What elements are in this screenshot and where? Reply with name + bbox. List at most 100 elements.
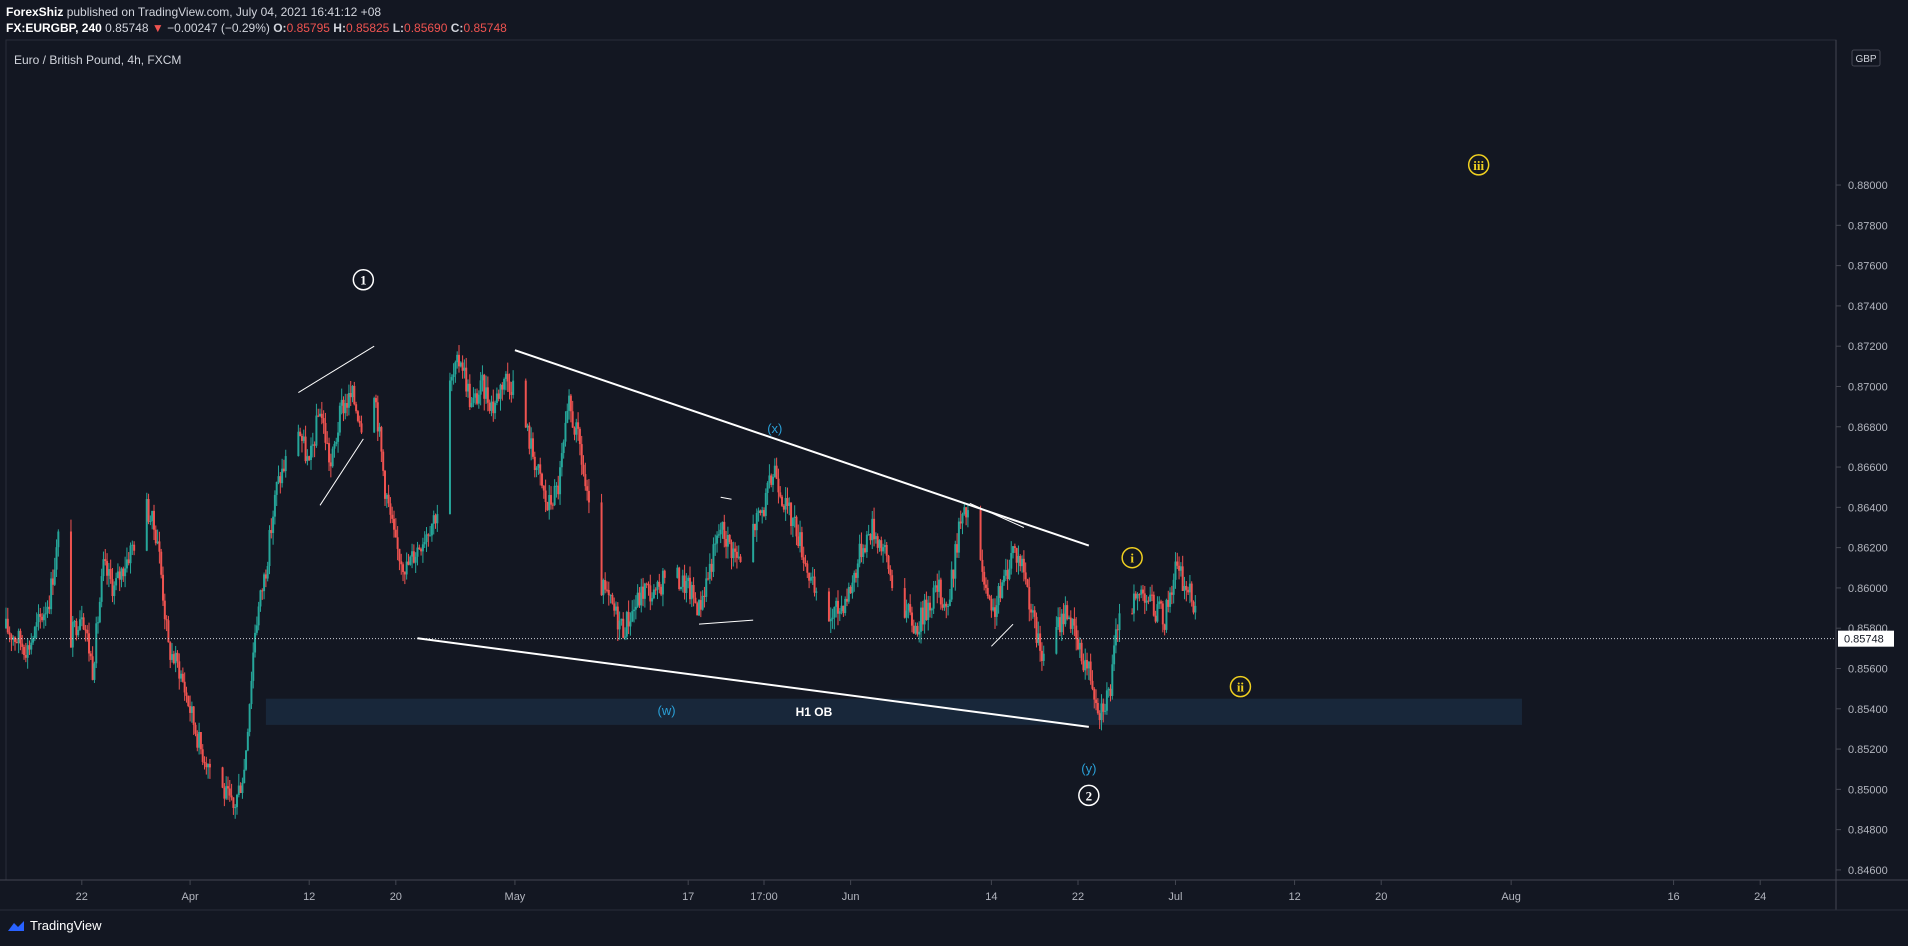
candle-body (642, 586, 645, 599)
candle-body (474, 393, 477, 398)
y-tick-label: 0.87000 (1848, 381, 1888, 393)
candle-body (808, 572, 811, 581)
candle-body (313, 444, 316, 446)
candle-body (360, 423, 363, 433)
candle-body (425, 534, 428, 542)
candle-body (559, 467, 562, 495)
candle-body (53, 569, 56, 585)
candle-body (920, 607, 922, 632)
candle-body (450, 377, 453, 381)
tradingview-cloud-icon (8, 920, 24, 931)
candle-body (28, 645, 31, 650)
candle-body (723, 521, 726, 539)
candle-body (694, 597, 697, 604)
candle-body (402, 564, 405, 573)
candle-body (476, 393, 479, 404)
candle-body (149, 520, 152, 522)
pattern-line[interactable] (969, 502, 1025, 528)
candle-body (465, 367, 468, 392)
candle-body (423, 541, 426, 545)
candle-body (546, 502, 549, 511)
candle-body (457, 354, 460, 367)
candle-body (181, 673, 184, 682)
candle-body (1185, 585, 1188, 590)
candle-body (685, 581, 688, 593)
pattern-line[interactable] (720, 496, 732, 500)
candle-body (459, 362, 462, 367)
candle-body (853, 572, 856, 583)
candle-body (775, 465, 778, 479)
candle-body (125, 559, 128, 569)
candle-body (118, 571, 121, 580)
candle-body (988, 596, 991, 599)
candle-body (492, 401, 495, 414)
candle-body (113, 585, 116, 597)
chart-title: Euro / British Pound, 4h, FXCM (14, 53, 181, 67)
candle-body (618, 620, 621, 630)
candle-body (1055, 627, 1058, 654)
candle-body (573, 427, 576, 435)
candle-body (761, 510, 764, 514)
candle-body (528, 425, 531, 449)
candle-body (997, 586, 1000, 606)
candle-body (418, 547, 421, 550)
last-price-value: 0.85748 (1844, 634, 1884, 646)
candle-body (1031, 610, 1034, 613)
tradingview-logo[interactable]: TradingView (6, 918, 102, 933)
candle-body (1181, 566, 1184, 591)
candle-body (1141, 589, 1144, 594)
candle-body (705, 578, 708, 597)
candle-body (925, 599, 928, 620)
candle-body (604, 580, 607, 590)
candle-body (407, 561, 410, 565)
candle-body (1183, 585, 1186, 591)
price-chart[interactable]: Euro / British Pound, 4h, FXCM GBP 0.88000… (0, 0, 1908, 946)
candle-body (764, 492, 767, 516)
candle-body (1118, 613, 1121, 631)
candle-body (297, 431, 300, 457)
candle-body (781, 496, 784, 506)
candle-body (916, 625, 919, 635)
candle-body (652, 589, 655, 599)
candle-body (254, 632, 257, 653)
candle-body (420, 549, 423, 552)
wave-label-text: ii (1237, 680, 1245, 695)
candle-body (429, 535, 432, 537)
candle-body (243, 769, 246, 784)
candle-body (396, 537, 399, 549)
candle-body (355, 404, 358, 412)
candle-body (687, 577, 690, 582)
candle-body (120, 568, 123, 580)
candle-body (374, 398, 377, 403)
candle-body (1104, 710, 1107, 712)
candle-body (571, 411, 574, 428)
candle-body (1102, 703, 1105, 712)
candle-body (566, 410, 569, 423)
candle-body (255, 625, 258, 633)
pattern-line[interactable] (698, 619, 754, 625)
candle-body (708, 563, 711, 579)
candle-body (609, 594, 612, 596)
x-tick-label: May (505, 891, 526, 903)
candle-body (470, 402, 473, 408)
y-tick-label: 0.84800 (1848, 825, 1888, 837)
candle-body (187, 695, 190, 707)
candle-body (221, 767, 224, 788)
pattern-line[interactable] (319, 438, 364, 506)
candle-body (836, 600, 839, 614)
candle-body (1075, 625, 1078, 640)
candle-body (322, 418, 325, 423)
candle-body (587, 490, 590, 503)
candle-body (846, 598, 849, 602)
x-tick-label: 17 (682, 891, 694, 903)
x-tick-label: 22 (76, 891, 88, 903)
candle-body (158, 541, 161, 552)
candle-body (698, 600, 701, 616)
candle-body (405, 561, 408, 575)
candle-body (557, 485, 560, 495)
pattern-line[interactable] (298, 345, 375, 393)
candle-body (454, 362, 457, 375)
candle-body (631, 611, 634, 622)
candle-body (338, 405, 341, 433)
candle-body (331, 448, 334, 467)
